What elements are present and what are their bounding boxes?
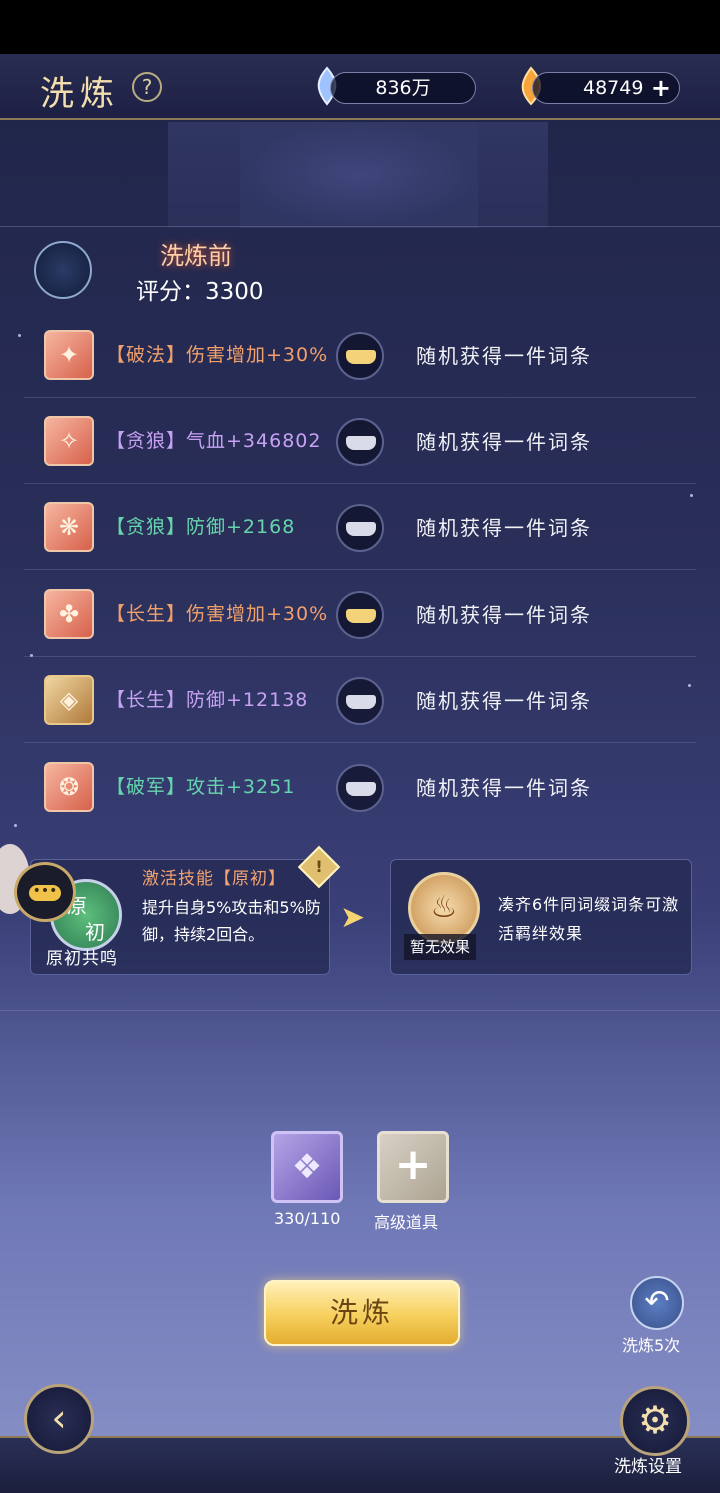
- question-icon[interactable]: ?: [132, 72, 162, 102]
- bond-status: 暂无效果: [404, 934, 477, 960]
- chat-icon: •••: [29, 884, 61, 901]
- attribute-tag: 【贪狼】: [106, 516, 187, 538]
- lock-toggle[interactable]: [336, 677, 384, 725]
- skill-badge-bottom: 初: [85, 920, 105, 944]
- attribute-row: ❂ 【破军】攻击+3251 随机获得一件词条: [0, 744, 720, 830]
- result-text: 随机获得一件词条: [416, 689, 592, 713]
- attribute-row: ✤ 【长生】伤害增加+30% 随机获得一件词条: [0, 571, 720, 657]
- refine-five-times-button[interactable]: ↶: [630, 1276, 684, 1330]
- undo-arrow-icon: ↶: [644, 1284, 670, 1319]
- top-header: 洗炼 ? 836万 48749 +: [0, 54, 720, 120]
- silver-currency: 836万: [330, 72, 476, 104]
- warning-glyph: !: [315, 857, 323, 876]
- score-label: 评分：: [136, 279, 205, 305]
- refine-button[interactable]: 洗炼: [264, 1280, 460, 1346]
- lock-toggle[interactable]: [336, 764, 384, 812]
- lock-icon: [346, 350, 376, 364]
- result-text: 随机获得一件词条: [416, 603, 592, 627]
- gold-currency: 48749 +: [532, 72, 680, 104]
- divider: [0, 1010, 720, 1011]
- refine-orb-icon: [34, 241, 92, 299]
- lock-toggle[interactable]: [336, 332, 384, 380]
- attribute-effect: 伤害增加+30%: [186, 344, 329, 366]
- attribute-text: 【长生】防御+12138: [106, 685, 308, 712]
- result-text: 随机获得一件词条: [416, 516, 592, 540]
- attribute-tag: 【长生】: [106, 689, 187, 711]
- attribute-row: ❋ 【贪狼】防御+2168 随机获得一件词条: [0, 484, 720, 570]
- divider: [0, 226, 720, 227]
- attribute-effect: 防御+12138: [186, 689, 309, 711]
- score: 评分：3300: [136, 272, 264, 306]
- row-divider: [24, 742, 696, 743]
- result-text: 随机获得一件词条: [416, 430, 592, 454]
- crystal-material-slot[interactable]: ❖: [271, 1131, 343, 1203]
- equipment-icon[interactable]: ❂: [44, 762, 94, 812]
- add-currency-button[interactable]: +: [651, 73, 671, 103]
- page-title: 洗炼: [40, 74, 120, 114]
- attribute-tag: 【贪狼】: [106, 430, 187, 452]
- crystal-icon: ❖: [291, 1147, 323, 1187]
- arrow-right-icon: ➤: [340, 900, 366, 935]
- refine-screen: 洗炼 ? 836万 48749 + 洗炼前 评分：3300 ✦ 【破法】伤害增加…: [0, 54, 720, 1493]
- attribute-effect: 气血+346802: [186, 430, 322, 452]
- decor-banner-center: [240, 122, 478, 228]
- lock-icon: [346, 436, 376, 450]
- gold-currency-value: 48749: [583, 77, 644, 99]
- refine-five-times-label: 洗炼5次: [622, 1336, 681, 1355]
- attribute-row: ◈ 【长生】防御+12138 随机获得一件词条: [0, 657, 720, 743]
- attribute-text: 【破法】伤害增加+30%: [106, 340, 328, 367]
- equipment-icon[interactable]: ✦: [44, 330, 94, 380]
- equipment-icon[interactable]: ✧: [44, 416, 94, 466]
- skill-title: 激活技能【原初】: [142, 869, 286, 889]
- attribute-text: 【贪狼】气血+346802: [106, 426, 321, 453]
- skill-description: 提升自身5%攻击和5%防御，持续2回合。: [142, 898, 321, 944]
- result-text: 随机获得一件词条: [416, 344, 592, 368]
- attribute-tag: 【长生】: [106, 603, 187, 625]
- attribute-text: 【贪狼】防御+2168: [106, 512, 295, 539]
- plus-icon: +: [394, 1139, 432, 1190]
- equipment-icon[interactable]: ◈: [44, 675, 94, 725]
- bottom-bar: [0, 1436, 720, 1493]
- back-arrow-icon: ‹: [51, 1396, 67, 1440]
- pre-refine-title: 洗炼前: [160, 242, 232, 270]
- add-advanced-item-button[interactable]: +: [377, 1131, 449, 1203]
- settings-label: 洗炼设置: [614, 1457, 682, 1477]
- lock-toggle[interactable]: [336, 504, 384, 552]
- lock-toggle[interactable]: [336, 591, 384, 639]
- lock-icon: [346, 609, 376, 623]
- lock-icon: [346, 522, 376, 536]
- attribute-text: 【长生】伤害增加+30%: [106, 599, 328, 626]
- result-text: 随机获得一件词条: [416, 776, 592, 800]
- chat-button[interactable]: •••: [14, 862, 76, 922]
- back-button[interactable]: ‹: [24, 1384, 94, 1454]
- lock-toggle[interactable]: [336, 418, 384, 466]
- row-divider: [24, 569, 696, 570]
- bond-description: 凑齐6件同词缀词条可激活羁绊效果: [498, 895, 680, 943]
- equipment-icon[interactable]: ❋: [44, 502, 94, 552]
- score-value: 3300: [205, 279, 264, 305]
- lock-icon: [346, 782, 376, 796]
- crystal-count: 330/110: [274, 1209, 341, 1228]
- attribute-effect: 攻击+3251: [186, 776, 296, 798]
- silver-currency-value: 836万: [375, 77, 431, 99]
- settings-button[interactable]: ⚙: [620, 1386, 690, 1456]
- attribute-row: ✦ 【破法】伤害增加+30% 随机获得一件词条: [0, 312, 720, 398]
- attribute-text: 【破军】攻击+3251: [106, 772, 295, 799]
- lock-icon: [346, 695, 376, 709]
- attribute-row: ✧ 【贪狼】气血+346802 随机获得一件词条: [0, 398, 720, 484]
- attribute-tag: 【破军】: [106, 776, 187, 798]
- attribute-effect: 伤害增加+30%: [186, 603, 329, 625]
- skill-name: 原初共鸣: [46, 949, 118, 969]
- attribute-effect: 防御+2168: [186, 516, 296, 538]
- gear-icon: ⚙: [637, 1398, 673, 1442]
- attribute-tag: 【破法】: [106, 344, 187, 366]
- advanced-item-label: 高级道具: [374, 1213, 439, 1232]
- equipment-icon[interactable]: ✤: [44, 589, 94, 639]
